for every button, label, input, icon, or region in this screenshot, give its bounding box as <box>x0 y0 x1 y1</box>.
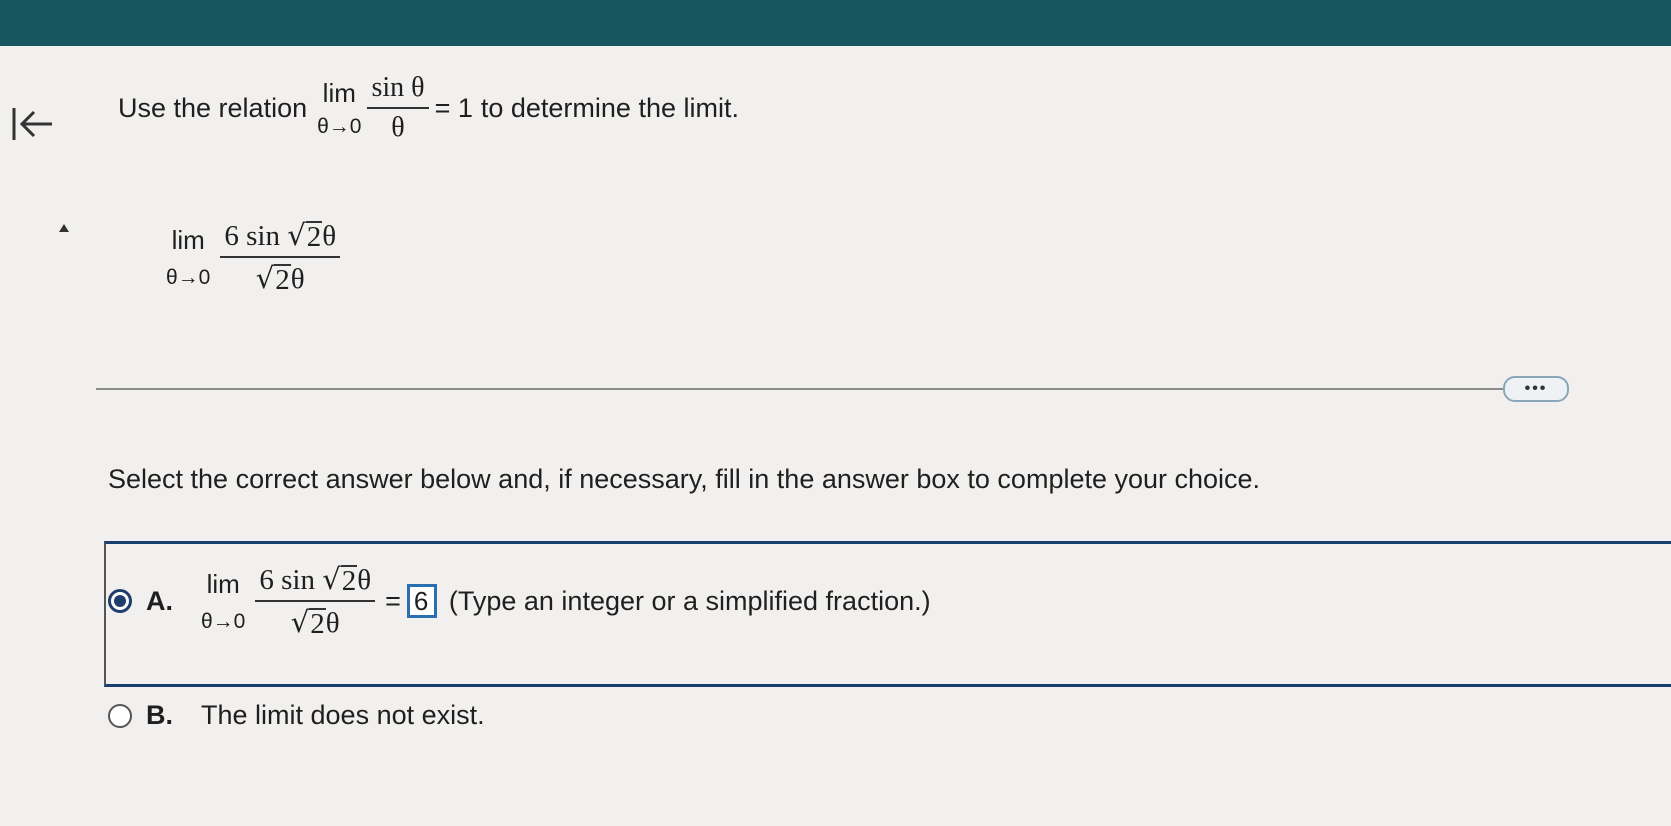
answer-input[interactable] <box>406 584 437 618</box>
expression-fraction: 6 sin √ 2 θ √ 2 θ <box>220 218 341 296</box>
numerator-coefficient: 6 sin <box>224 220 280 252</box>
answer-instruction: Select the correct answer below and, if … <box>108 464 1261 494</box>
relation-numerator: sin θ <box>367 72 429 109</box>
choice-a-numerator: 6 sin √ 2 θ <box>255 562 376 602</box>
limit-expression: lim θ→0 6 sin √ 2 θ √ 2 θ <box>166 218 341 296</box>
numerator-radical: √ 2 <box>287 218 323 253</box>
radio-selected-dot-icon <box>114 595 126 607</box>
more-options-button[interactable]: ••• <box>1503 376 1569 402</box>
relation-fraction: sin θ θ <box>367 72 429 144</box>
back-to-start-button[interactable] <box>8 104 56 144</box>
choice-a-equals: = <box>385 585 401 616</box>
prompt-prefix: Use the relation <box>118 92 308 123</box>
section-divider <box>96 388 1504 390</box>
back-to-start-arrow-icon <box>12 108 52 140</box>
choice-a-denominator: √ 2 θ <box>290 605 340 640</box>
choice-a-fraction: 6 sin √ 2 θ √ 2 θ <box>255 562 376 640</box>
prompt-suffix: to determine the limit. <box>480 92 739 123</box>
expression-numerator: 6 sin √ 2 θ <box>220 218 341 258</box>
expression-lim-word: lim <box>171 224 205 255</box>
choice-a-limit: lim θ→0 <box>201 569 245 634</box>
collapse-question-button[interactable] <box>58 222 70 234</box>
choice-b-letter: B. <box>146 700 173 730</box>
relation-denominator: θ <box>391 112 405 143</box>
choice-a-denominator-radical: √ 2 <box>290 605 326 640</box>
answer-format-hint: (Type an integer or a simplified fractio… <box>448 585 931 616</box>
expression-limit: lim θ→0 <box>166 225 210 290</box>
denominator-radical: √ 2 <box>255 261 291 296</box>
choice-a-radio[interactable] <box>108 589 132 613</box>
denominator-variable: θ <box>290 263 305 295</box>
expression-denominator: √ 2 θ <box>252 258 309 296</box>
relation-limit: lim θ→0 <box>317 78 361 139</box>
choice-a-lim-sub: θ→0 <box>201 609 246 633</box>
triangle-up-icon <box>59 224 69 232</box>
choice-b[interactable]: B. The limit does not exist. <box>108 700 485 731</box>
choice-b-text: The limit does not exist. <box>201 700 485 730</box>
relation-lim-word: lim <box>322 77 356 108</box>
question-prompt: Use the relation lim θ→0 sin θ θ = 1 to … <box>118 72 739 144</box>
choice-a-letter: A. <box>146 585 173 616</box>
top-header-bar <box>0 0 1671 46</box>
choice-b-radio[interactable] <box>108 703 132 728</box>
relation-equals: = 1 <box>434 92 473 123</box>
relation-lim-sub: θ→0 <box>317 114 362 138</box>
choice-a-lim-word: lim <box>206 568 240 599</box>
choice-a-numerator-radical: √ 2 <box>322 562 358 597</box>
choice-a[interactable]: A. lim θ→0 6 sin √2θ √2θ = (Type an inte… <box>108 562 931 640</box>
numerator-variable: θ <box>322 220 337 252</box>
expression-lim-sub: θ→0 <box>166 265 211 289</box>
